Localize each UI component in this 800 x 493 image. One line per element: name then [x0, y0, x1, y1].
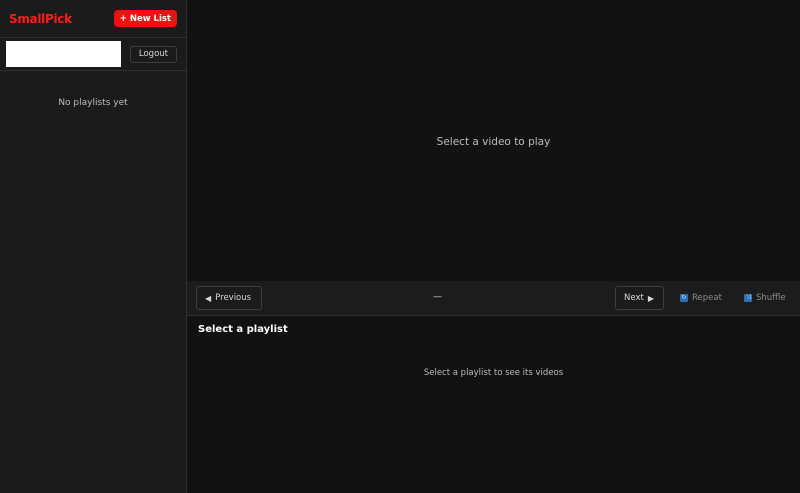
repeat-label: Repeat	[692, 293, 722, 303]
new-list-button[interactable]: + New List	[113, 10, 177, 27]
playlist-videos-panel: Select a playlist Select a playlist to s…	[187, 316, 800, 493]
sidebar: SmallPick + New List Logout No playlists…	[0, 0, 187, 493]
previous-icon: ◀	[205, 293, 212, 303]
playback-controls: ◀ Previous — Next ▶ ↻ Repeat ⤨ Shuffle	[187, 281, 800, 316]
next-label: Next	[624, 293, 644, 303]
plus-icon: +	[119, 13, 127, 24]
sidebar-header: SmallPick + New List	[0, 0, 186, 38]
new-list-label: New List	[129, 13, 171, 24]
shuffle-label: Shuffle	[756, 293, 786, 303]
playlist-title: Select a playlist	[198, 324, 288, 335]
logout-button[interactable]: Logout	[129, 45, 177, 63]
player-placeholder: Select a video to play	[436, 135, 551, 148]
videos-empty-message: Select a playlist to see its videos	[423, 368, 564, 378]
previous-label: Previous	[215, 293, 252, 303]
next-button[interactable]: Next ▶	[615, 286, 664, 310]
video-player[interactable]: Select a video to play	[187, 0, 800, 281]
playlists-empty-message: No playlists yet	[58, 98, 128, 108]
shuffle-icon: ⤨	[744, 294, 752, 302]
repeat-toggle[interactable]: ↻ Repeat	[680, 286, 722, 310]
next-icon: ▶	[647, 293, 654, 303]
main-panel: Select a video to play ◀ Previous — Next…	[187, 0, 800, 493]
brand-logo: SmallPick	[9, 11, 72, 26]
repeat-icon: ↻	[680, 294, 688, 302]
app-window: SmallPick + New List Logout No playlists…	[0, 0, 800, 493]
user-bar: Logout	[0, 38, 186, 71]
previous-button[interactable]: ◀ Previous	[196, 286, 262, 310]
now-playing-title: —	[433, 292, 442, 302]
shuffle-toggle[interactable]: ⤨ Shuffle	[744, 286, 786, 310]
user-name-field	[6, 41, 121, 67]
